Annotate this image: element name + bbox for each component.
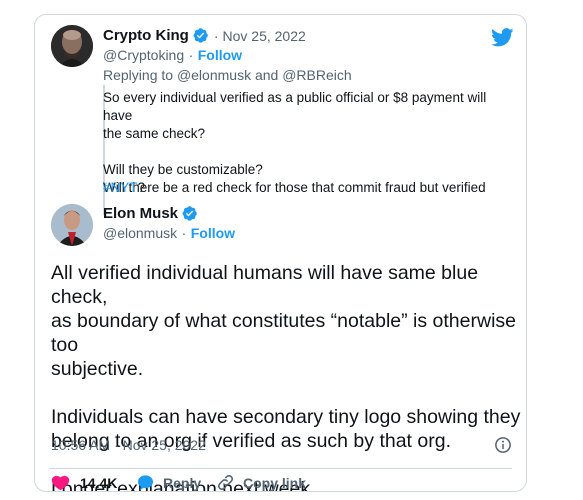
main-tweet-header: Elon Musk — [103, 205, 198, 222]
crypto-king-avatar-image — [51, 25, 93, 67]
link-icon — [218, 475, 233, 490]
elon-musk-avatar[interactable] — [51, 204, 93, 246]
crypto-king-avatar[interactable] — [51, 25, 93, 67]
quoted-display-name[interactable]: Crypto King — [103, 27, 189, 44]
main-handle-row: @elonmusk · Follow — [103, 225, 235, 243]
follow-elon-musk-button[interactable]: Follow — [191, 225, 235, 241]
copy-link-action[interactable]: Copy link — [216, 473, 307, 491]
twitter-bird-icon[interactable] — [491, 28, 514, 47]
copy-link-label: Copy link — [243, 474, 307, 491]
replying-prefix: Replying to — [103, 67, 174, 83]
like-action[interactable]: 14.4K — [51, 473, 118, 491]
reply-mention-elonmusk[interactable]: @elonmusk — [177, 67, 251, 83]
actions-divider — [49, 468, 512, 469]
main-handle[interactable]: @elonmusk — [103, 225, 177, 241]
reply-label: Reply — [163, 474, 202, 491]
quoted-handle-row: @Cryptoking · Follow — [103, 47, 242, 65]
quoted-tweet-header: Crypto King · Nov 25, 2022 — [103, 27, 306, 44]
separator-dot: · — [213, 27, 219, 44]
like-count: 14.4K — [80, 474, 118, 491]
reply-bubble-icon — [137, 475, 154, 491]
main-tweet-timestamp[interactable]: 10:56 AM · Nov 25, 2022 — [51, 437, 206, 453]
info-icon[interactable] — [494, 436, 512, 454]
quoted-tweet-date[interactable]: Nov 25, 2022 — [223, 28, 306, 44]
elon-musk-avatar-image — [51, 204, 93, 246]
heart-icon — [51, 475, 70, 491]
reply-action[interactable]: Reply — [136, 473, 202, 491]
separator-dot: · — [181, 225, 187, 241]
reply-mention-rbreich[interactable]: @RBReich — [282, 67, 351, 83]
separator-dot: · — [188, 47, 194, 63]
tweet-embed-card: Crypto King · Nov 25, 2022 @Cryptoking ·… — [34, 14, 527, 492]
main-tweet-text: All verified individual humans will have… — [51, 262, 521, 492]
replying-and: and — [254, 67, 279, 83]
follow-crypto-king-button[interactable]: Follow — [198, 47, 242, 63]
verified-badge-icon — [193, 28, 208, 43]
replying-to: Replying to @elonmusk and @RBReich — [103, 67, 352, 83]
verified-badge-icon — [182, 206, 197, 221]
main-display-name[interactable]: Elon Musk — [103, 205, 178, 222]
quoted-hashtag-line: #NYT? — [103, 179, 513, 197]
quoted-handle[interactable]: @Cryptoking — [103, 47, 184, 63]
hashtag-suffix: ? — [137, 180, 146, 195]
hashtag-nyt[interactable]: #NYT — [103, 180, 138, 195]
